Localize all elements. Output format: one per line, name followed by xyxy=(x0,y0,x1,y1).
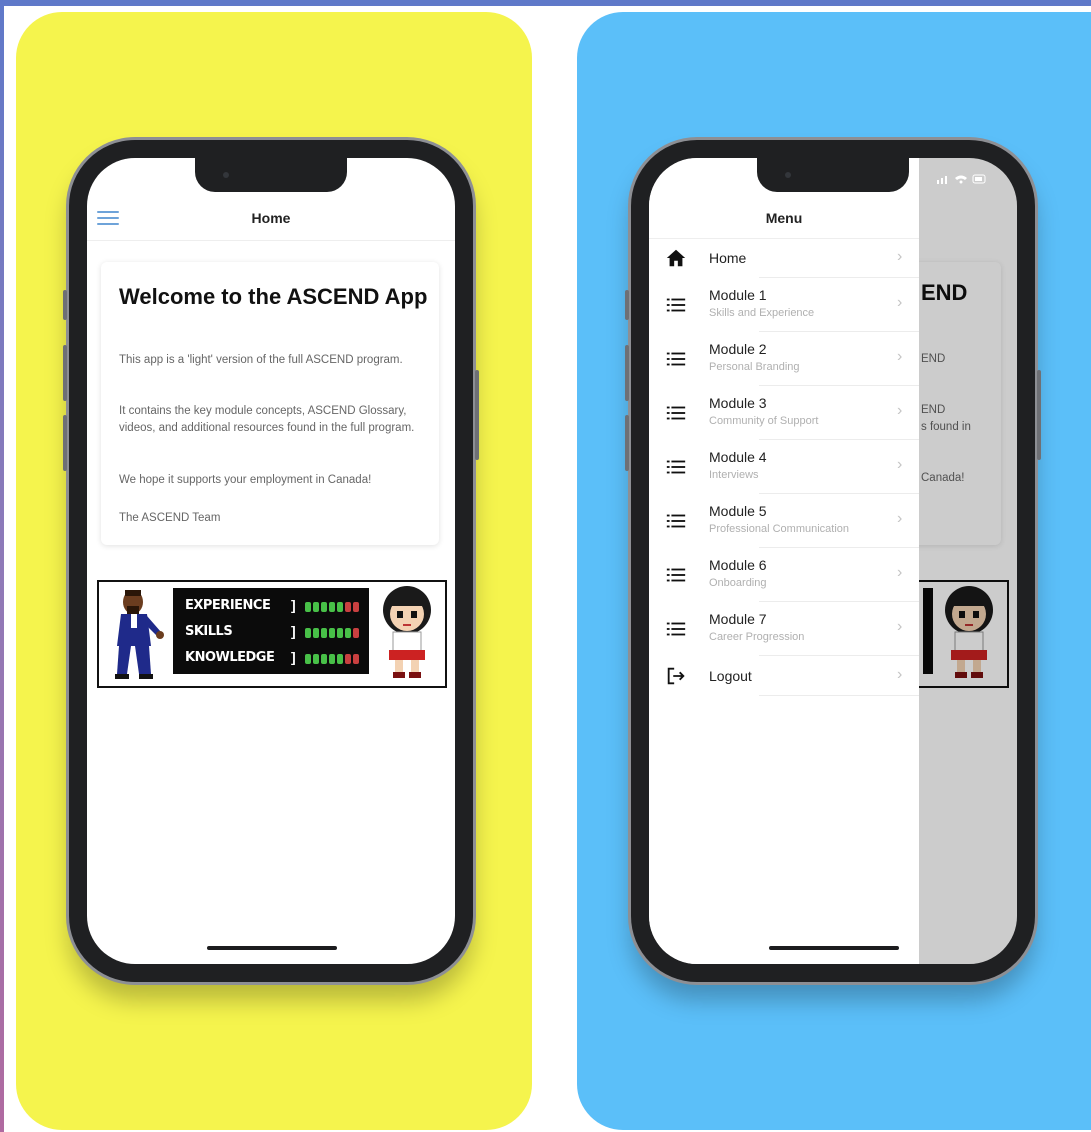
stat-pip xyxy=(353,602,359,612)
stat-pip xyxy=(321,628,327,638)
chevron-right-icon: › xyxy=(897,666,903,683)
list-icon xyxy=(666,568,686,582)
menu-item-label: Home xyxy=(709,250,747,266)
menu-item-subtitle: Onboarding xyxy=(709,577,767,589)
menu-item-module-5[interactable]: Module 5 Professional Communication › xyxy=(649,494,919,548)
phone-power-button xyxy=(1037,370,1041,460)
stat-pip xyxy=(313,654,319,664)
stat-pip xyxy=(321,654,327,664)
menu-item-module-7[interactable]: Module 7 Career Progression › xyxy=(649,602,919,656)
phone-mute-button xyxy=(63,290,67,320)
menu-item-module-2[interactable]: Module 2 Personal Branding › xyxy=(649,332,919,386)
home-navbar: Home xyxy=(87,198,455,241)
stat-label-experience: EXPERIENCE xyxy=(185,598,271,613)
stat-pip xyxy=(305,602,311,612)
menu-item-subtitle: Community of Support xyxy=(709,415,819,427)
menu-item-label: Logout xyxy=(709,668,752,684)
phone-power-button xyxy=(475,370,479,460)
stat-pip xyxy=(353,654,359,664)
stat-pip xyxy=(345,602,351,612)
stat-pip xyxy=(329,602,335,612)
welcome-card: Welcome to the ASCEND App This app is a … xyxy=(101,262,439,545)
menu-item-label: Module 4 xyxy=(709,449,767,465)
stat-label-knowledge: KNOWLEDGE xyxy=(185,650,275,665)
home-screen: Home Welcome to the ASCEND App This app … xyxy=(87,158,455,964)
side-menu-drawer: Menu Home › Module 1 Skills and Experien… xyxy=(649,158,919,964)
menu-item-label: Module 2 xyxy=(709,341,767,357)
stat-pip xyxy=(329,628,335,638)
menu-screen: END END END s found in Canada! Menu Home… xyxy=(649,158,1017,964)
home-nav-title: Home xyxy=(251,210,291,226)
phone-volume-up-button xyxy=(625,345,629,401)
chevron-right-icon: › xyxy=(897,456,903,473)
status-bar-icons xyxy=(937,172,987,190)
chevron-right-icon: › xyxy=(897,294,903,311)
stat-pip xyxy=(305,628,311,638)
menu-item-subtitle: Career Progression xyxy=(709,631,805,643)
welcome-paragraph: This app is a 'light' version of the ful… xyxy=(119,354,403,366)
phone-volume-down-button xyxy=(625,415,629,471)
woman-character-icon xyxy=(383,586,431,678)
phone-notch xyxy=(195,158,347,192)
welcome-title: Welcome to the ASCEND App xyxy=(119,284,428,309)
list-icon xyxy=(666,460,686,474)
stat-pip xyxy=(337,654,343,664)
menu-item-subtitle: Skills and Experience xyxy=(709,307,815,319)
menu-item-logout[interactable]: Logout › xyxy=(649,656,919,696)
stat-pip xyxy=(321,602,327,612)
menu-item-subtitle: Personal Branding xyxy=(709,361,800,373)
list-icon xyxy=(666,622,686,636)
home-indicator[interactable] xyxy=(207,946,337,950)
phone-notch xyxy=(757,158,909,192)
stat-pip xyxy=(329,654,335,664)
menu-item-subtitle: Interviews xyxy=(709,469,759,481)
chevron-right-icon: › xyxy=(897,402,903,419)
phone-frame-home: Home Welcome to the ASCEND App This app … xyxy=(63,140,479,982)
menu-item-subtitle: Professional Communication xyxy=(709,523,850,535)
menu-item-module-1[interactable]: Module 1 Skills and Experience › xyxy=(649,278,919,332)
home-indicator[interactable] xyxy=(769,946,899,950)
menu-item-label: Module 3 xyxy=(709,395,767,411)
stat-pip xyxy=(337,628,343,638)
list-icon xyxy=(666,406,686,420)
welcome-paragraph: It contains the key module concepts, ASC… xyxy=(119,405,415,434)
menu-item-label: Module 1 xyxy=(709,287,767,303)
list-icon xyxy=(666,514,686,528)
phone-mute-button xyxy=(625,290,629,320)
chevron-right-icon: › xyxy=(897,248,903,265)
man-character-icon xyxy=(115,590,164,679)
home-icon xyxy=(666,249,686,267)
menu-item-label: Module 6 xyxy=(709,557,767,573)
menu-item-home[interactable]: Home › xyxy=(649,240,919,278)
menu-item-module-3[interactable]: Module 3 Community of Support › xyxy=(649,386,919,440)
chevron-right-icon: › xyxy=(897,564,903,581)
logout-icon xyxy=(667,667,685,685)
chevron-right-icon: › xyxy=(897,348,903,365)
menu-item-label: Module 7 xyxy=(709,611,767,627)
welcome-paragraph: We hope it supports your employment in C… xyxy=(119,474,372,486)
stat-label-skills: SKILLS xyxy=(185,624,233,639)
stat-pip xyxy=(313,628,319,638)
list-icon xyxy=(666,298,686,312)
menu-title: Menu xyxy=(765,210,803,226)
phone-frame-menu: END END END s found in Canada! Menu Home… xyxy=(625,140,1041,982)
stat-pip xyxy=(345,628,351,638)
stat-pip xyxy=(337,602,343,612)
stat-pip xyxy=(345,654,351,664)
welcome-signature: The ASCEND Team xyxy=(119,512,221,524)
stat-pip xyxy=(313,602,319,612)
menu-item-label: Module 5 xyxy=(709,503,767,519)
stat-pip xyxy=(353,628,359,638)
chevron-right-icon: › xyxy=(897,618,903,635)
menu-item-module-6[interactable]: Module 6 Onboarding › xyxy=(649,548,919,602)
phone-volume-down-button xyxy=(63,415,67,471)
stats-panel: EXPERIENCE ] SKILLS ] KNOWLEDGE ] xyxy=(173,588,369,674)
chevron-right-icon: › xyxy=(897,510,903,527)
menu-item-module-4[interactable]: Module 4 Interviews › xyxy=(649,440,919,494)
list-icon xyxy=(666,352,686,366)
phone-volume-up-button xyxy=(63,345,67,401)
ascend-stats-banner: EXPERIENCE ] SKILLS ] KNOWLEDGE ] xyxy=(97,580,447,688)
stat-pip xyxy=(305,654,311,664)
